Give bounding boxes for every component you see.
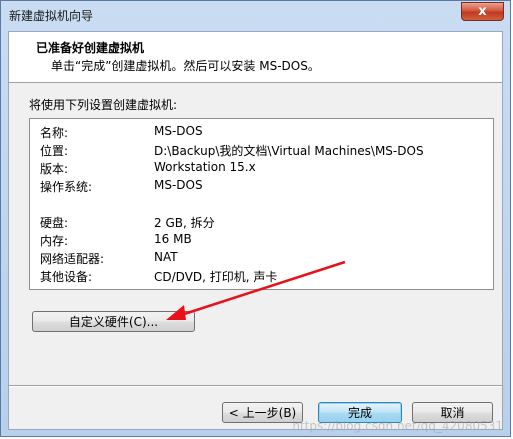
setting-value: D:\Backup\我的文档\Virtual Machines\MS-DOS [154,144,424,158]
setting-row-network: 网络适配器: NAT [30,249,493,267]
setting-key: 版本: [40,162,69,176]
setting-value: NAT [154,250,178,264]
setting-value: CD/DVD, 打印机, 声卡 [154,270,278,284]
wizard-window: 新建虚拟机向导 x 已准备好创建虚拟机 单击“完成”创建虚拟机。然后可以安装 M… [0,0,511,437]
cancel-button[interactable]: 取消 [412,402,493,423]
setting-row-disk: 硬盘: 2 GB, 拆分 [30,213,493,231]
setting-value: MS-DOS [154,178,203,192]
setting-row-os: 操作系统: MS-DOS [30,177,493,195]
title-bar[interactable]: 新建虚拟机向导 x [1,1,510,31]
setting-key: 网络适配器: [40,252,105,266]
setting-row-memory: 内存: 16 MB [30,231,493,249]
setting-key: 位置: [40,144,69,158]
setting-row-name: 名称: MS-DOS [30,123,493,141]
setting-value: 16 MB [154,232,192,246]
close-icon: x [478,4,487,19]
setting-key: 内存: [40,234,69,248]
setting-key: 硬盘: [40,216,69,230]
setting-row-location: 位置: D:\Backup\我的文档\Virtual Machines\MS-D… [30,141,493,159]
setting-value: 2 GB, 拆分 [154,216,215,230]
settings-summary-label: 将使用下列设置创建虚拟机: [29,98,178,112]
setting-row-other-devices: 其他设备: CD/DVD, 打印机, 声卡 [30,267,493,285]
close-button[interactable]: x [461,2,504,21]
setting-value: MS-DOS [154,124,203,138]
wizard-header: 已准备好创建虚拟机 单击“完成”创建虚拟机。然后可以安装 MS-DOS。 [9,32,502,83]
wizard-client-area: 已准备好创建虚拟机 单击“完成”创建虚拟机。然后可以安装 MS-DOS。 将使用… [8,31,503,430]
page-subtitle: 单击“完成”创建虚拟机。然后可以安装 MS-DOS。 [51,59,320,73]
back-button[interactable]: < 上一步(B) [222,402,303,423]
setting-key: 操作系统: [40,180,93,194]
setting-key: 名称: [40,126,69,140]
window-title: 新建虚拟机向导 [9,9,94,23]
button-divider [9,385,502,387]
customize-hardware-button[interactable]: 自定义硬件(C)... [32,311,195,332]
page-title: 已准备好创建虚拟机 [36,41,145,55]
setting-row-version: 版本: Workstation 15.x [30,159,493,177]
setting-value: Workstation 15.x [154,160,256,174]
finish-button[interactable]: 完成 [318,402,402,423]
setting-key: 其他设备: [40,270,93,284]
settings-summary-box: 名称: MS-DOS 位置: D:\Backup\我的文档\Virtual Ma… [29,118,494,290]
